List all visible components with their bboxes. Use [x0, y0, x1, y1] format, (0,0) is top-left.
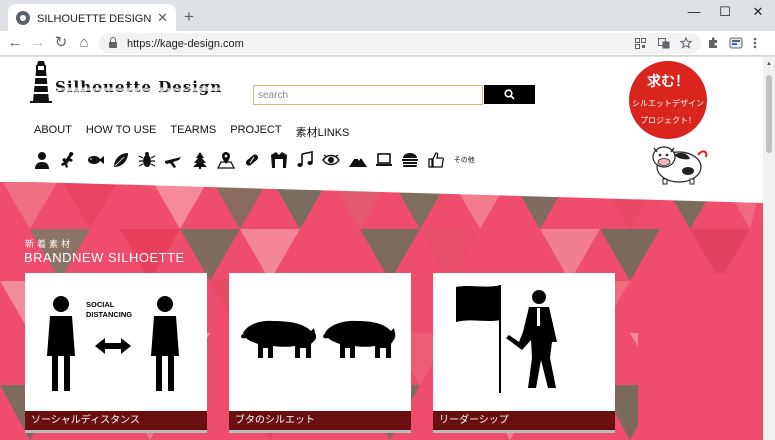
mountain-icon[interactable]: [347, 150, 369, 170]
close-tab-icon[interactable]: ✕: [157, 10, 168, 26]
lizard-icon[interactable]: [57, 150, 79, 170]
silhouette-card[interactable]: ブタのシルエット: [229, 273, 411, 433]
card-caption: ブタのシルエット: [229, 411, 411, 433]
christmas-tree-icon[interactable]: [189, 150, 211, 170]
search-button[interactable]: [484, 85, 535, 104]
qr-code-icon[interactable]: [635, 38, 646, 49]
music-note-icon[interactable]: [294, 150, 316, 170]
card-image-text-distancing: DISTANCING: [86, 310, 132, 319]
burger-icon[interactable]: [399, 150, 421, 170]
globe-icon: [16, 10, 30, 25]
search-icon: [504, 89, 515, 100]
partial-card[interactable]: [638, 273, 756, 440]
category-more-link[interactable]: その他: [454, 155, 475, 165]
section-title: BRANDNEW SILHOETTE: [24, 250, 185, 265]
laptop-icon[interactable]: [373, 150, 395, 170]
lighthouse-icon: [30, 61, 52, 103]
cow-mascot-icon: [652, 146, 708, 185]
pig-silhouettes-image: [241, 320, 396, 358]
close-window-button[interactable]: ✕: [748, 4, 768, 20]
search-input[interactable]: [253, 85, 483, 105]
card-caption: リーダーシップ: [433, 411, 615, 433]
pill-icon[interactable]: [241, 150, 263, 170]
address-bar[interactable]: https://kage-design.com: [99, 33, 701, 54]
minimize-button[interactable]: —: [684, 4, 704, 19]
lock-icon[interactable]: [109, 37, 117, 48]
tab-title: SILHOUETTE DESIGN – シルエ: [37, 12, 153, 25]
new-tab-button[interactable]: +: [184, 7, 194, 27]
star-icon[interactable]: [680, 37, 692, 49]
fish-icon[interactable]: [84, 150, 106, 170]
page-scrollbar[interactable]: ▲: [763, 57, 775, 440]
translate-icon[interactable]: [658, 38, 670, 49]
site-logo[interactable]: Silhouette Design Silhouette Design: [30, 59, 225, 109]
browser-toolbar: ← → ↻ ⌂ https://kage-design.com: [0, 31, 775, 56]
section-label-jp: 新着素材: [25, 239, 74, 249]
main-menu: ABOUT HOW TO USE TEARMS PROJECT 素材LINKS: [34, 124, 363, 140]
leaf-icon[interactable]: [110, 150, 132, 170]
card-image-text-social: SOCIAL: [86, 300, 115, 309]
tab-strip: SILHOUETTE DESIGN – シルエ ✕ + — ☐ ✕: [0, 0, 775, 31]
forward-button[interactable]: →: [29, 34, 47, 52]
logo-reflection: Silhouette Design: [55, 85, 223, 94]
project-recruit-badge[interactable]: 求む！ シルエットデザイン プロジェクト！: [629, 61, 707, 139]
menu-item-about[interactable]: ABOUT: [34, 124, 72, 140]
menu-icon[interactable]: [753, 37, 757, 49]
silhouette-card[interactable]: リーダーシップ: [433, 273, 615, 433]
silhouette-card[interactable]: SOCIAL DISTANCING ソーシャルディスタンス: [25, 273, 207, 433]
airplane-icon[interactable]: [162, 150, 184, 170]
menu-item-links[interactable]: 素材LINKS: [296, 124, 350, 140]
menu-item-how-to-use[interactable]: HOW TO USE: [86, 124, 157, 140]
url-text[interactable]: https://kage-design.com: [127, 38, 244, 50]
social-distancing-image: SOCIAL DISTANCING: [47, 296, 179, 391]
back-button[interactable]: ←: [6, 34, 24, 52]
page-viewport: Silhouette Design Silhouette Design ABOU…: [0, 57, 763, 440]
insect-icon[interactable]: [136, 150, 158, 170]
badge-line-2: シルエットデザイン: [632, 99, 704, 108]
extensions-icon[interactable]: [707, 37, 719, 49]
menu-item-terms[interactable]: TEARMS: [170, 124, 216, 140]
home-button[interactable]: ⌂: [75, 34, 93, 52]
reload-button[interactable]: ↻: [52, 34, 70, 52]
thumbs-up-icon[interactable]: [425, 150, 447, 170]
eye-icon[interactable]: [320, 150, 342, 170]
site-header: Silhouette Design Silhouette Design ABOU…: [0, 57, 763, 185]
scroll-up-arrow-icon[interactable]: ▲: [766, 61, 772, 67]
leadership-image: [456, 285, 557, 393]
menu-item-project[interactable]: PROJECT: [230, 124, 281, 140]
scroll-thumb[interactable]: [766, 75, 772, 153]
browser-tab[interactable]: SILHOUETTE DESIGN – シルエ ✕: [8, 4, 176, 31]
person-icon[interactable]: [31, 150, 53, 170]
card-caption: ソーシャルディスタンス: [25, 411, 207, 433]
badge-title: 求む！: [647, 73, 689, 89]
maximize-button[interactable]: ☐: [715, 4, 735, 20]
category-icons: その他: [31, 150, 475, 170]
map-pin-icon[interactable]: [215, 150, 237, 170]
jacket-icon[interactable]: [268, 150, 290, 170]
badge-line-3: プロジェクト！: [640, 116, 696, 125]
profile-icon[interactable]: [729, 36, 743, 50]
